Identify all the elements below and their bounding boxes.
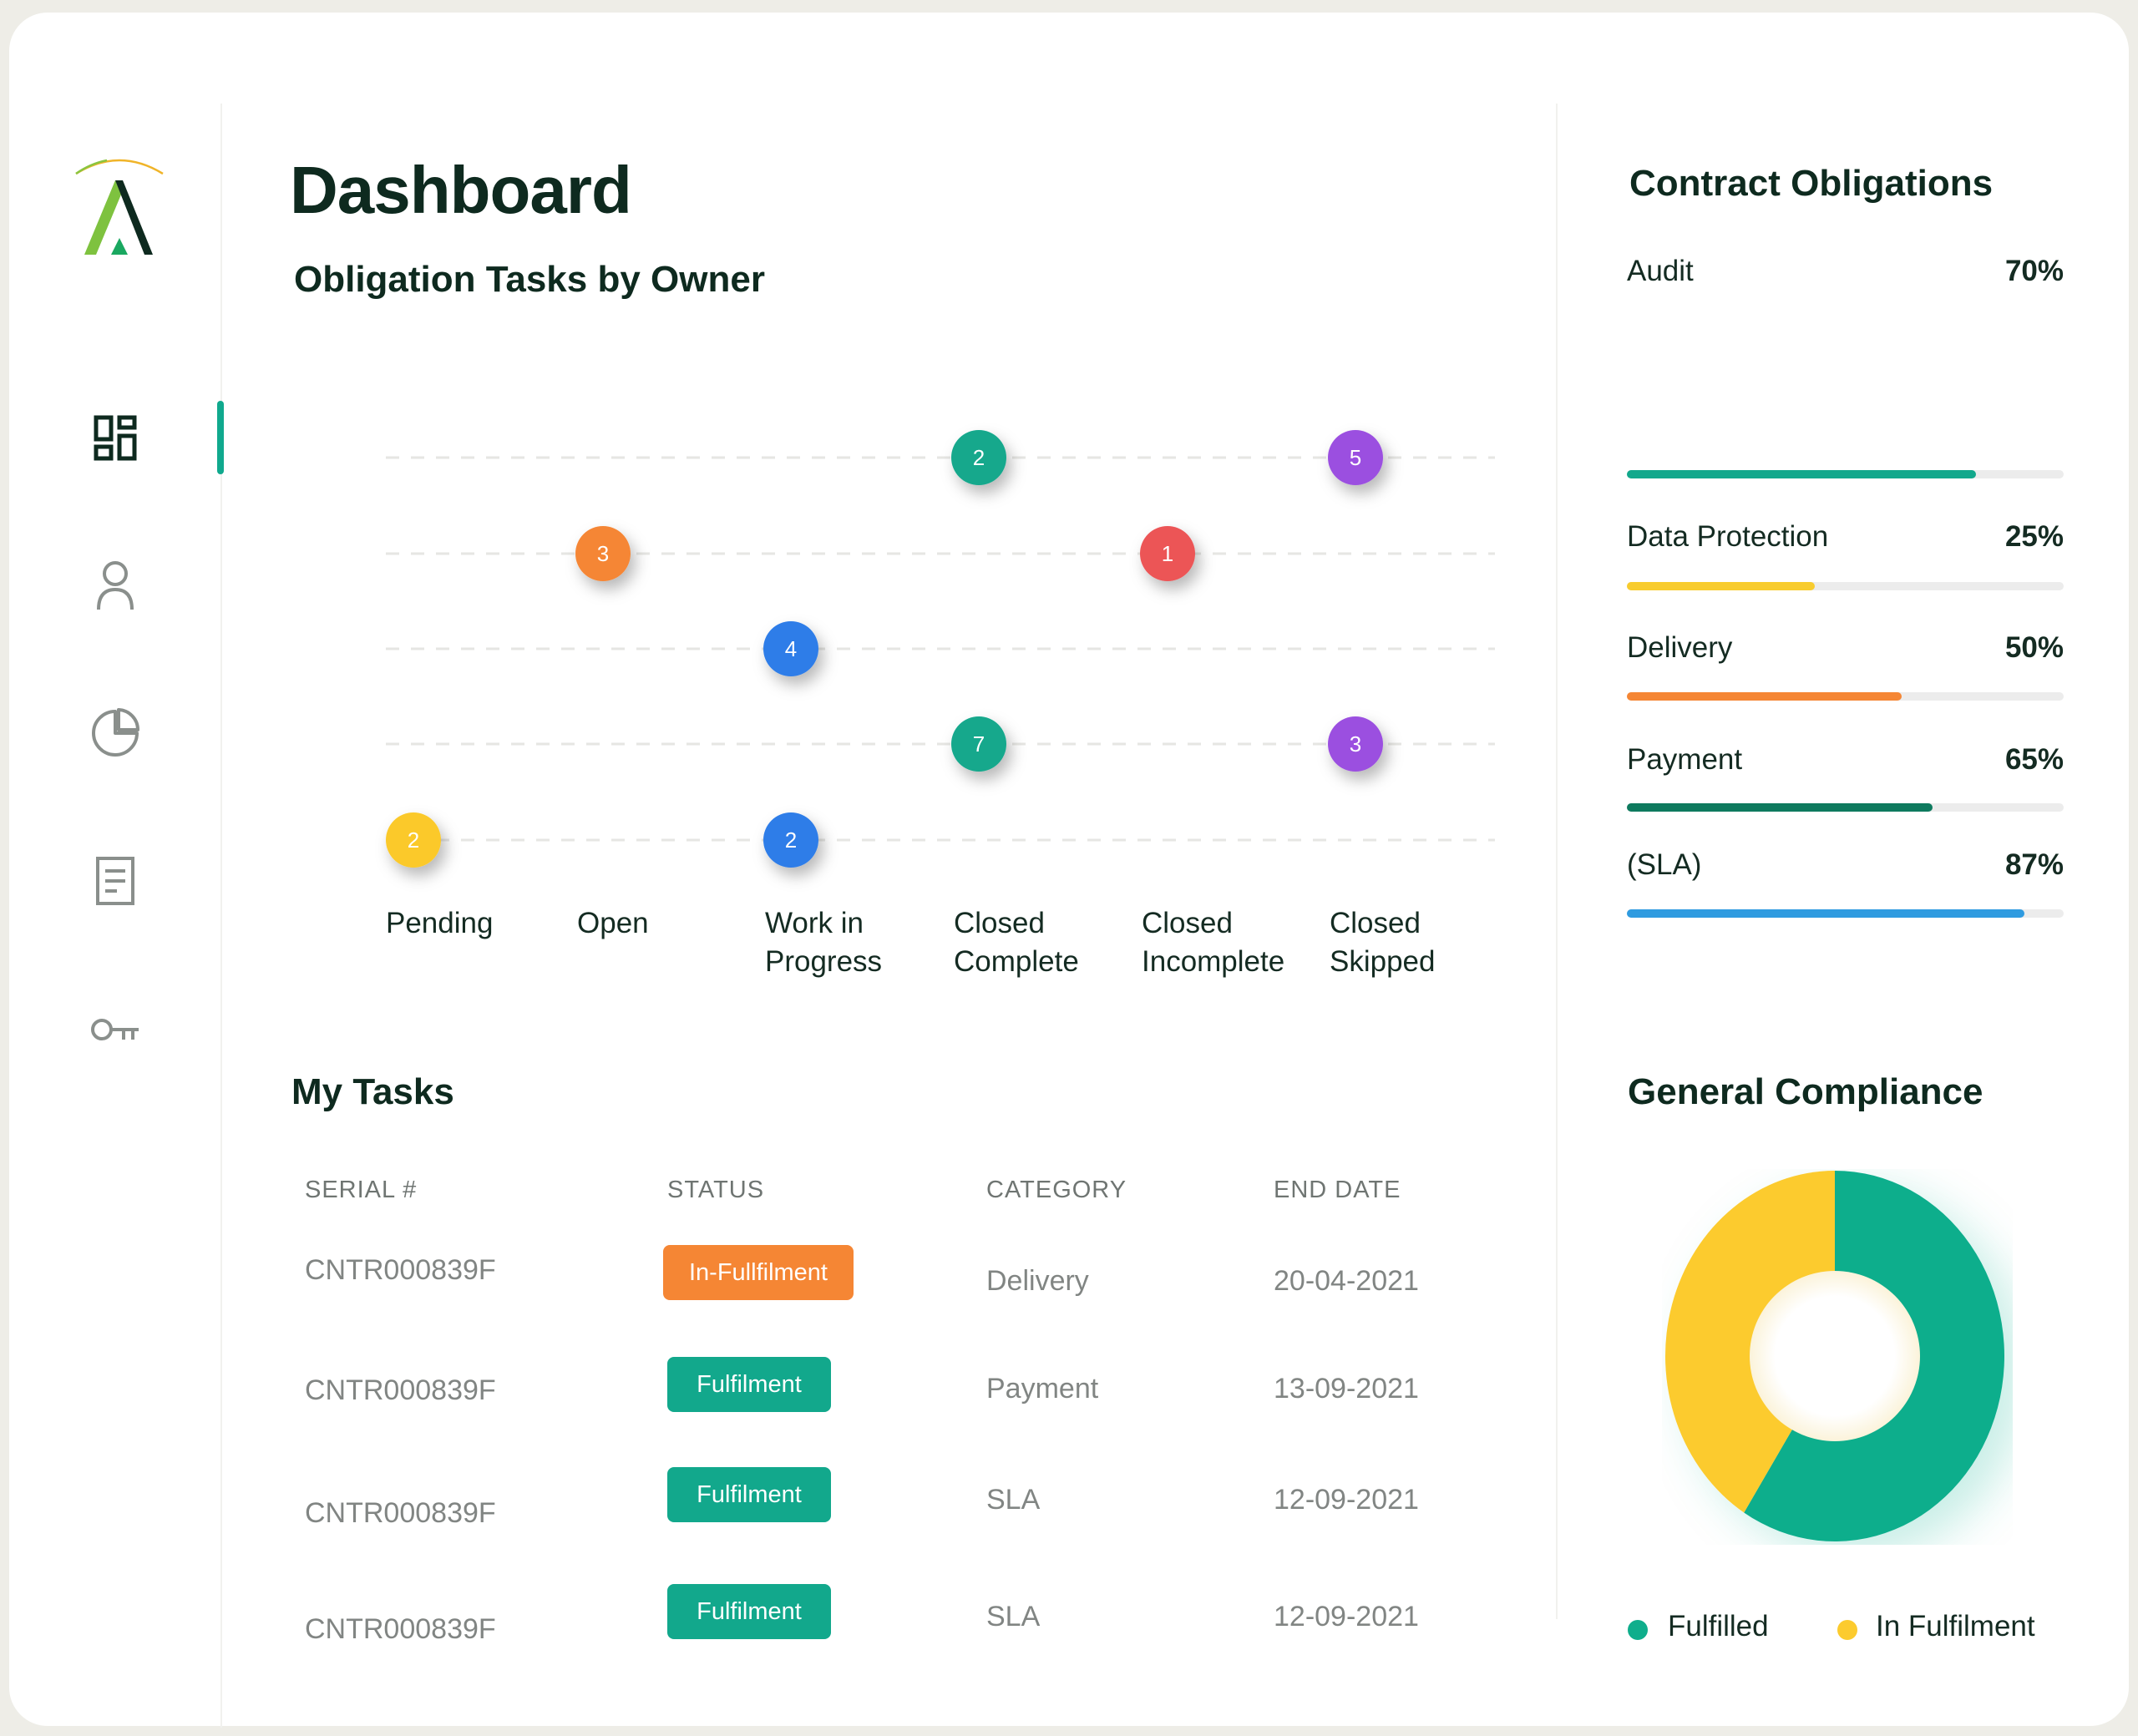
compliance-donut — [1665, 1171, 2004, 1541]
data-point-label: 3 — [1350, 731, 1361, 757]
donut-hole — [1750, 1271, 1920, 1441]
obligation-dot-plot: 2 5 3 1 4 7 3 2 2 — [386, 430, 1495, 868]
data-point-label: 7 — [973, 731, 985, 757]
x-tick-label: Work in Progress — [765, 904, 882, 981]
obligation-label: Data Protection — [1627, 520, 1829, 553]
task-category: SLA — [986, 1601, 1041, 1632]
obligation-chart: 2 5 3 1 4 7 3 2 2 Pending Open Work in Progress Clos… — [0, 0, 1556, 1002]
data-point[interactable]: 4 — [763, 621, 818, 676]
my-tasks-title: My Tasks — [291, 1071, 454, 1112]
data-point[interactable]: 2 — [763, 812, 818, 868]
x-tick-label: Pending — [386, 904, 493, 943]
task-end-date: 13-09-2021 — [1274, 1373, 1419, 1404]
obligation-progress-fill — [1627, 582, 1815, 590]
status-badge[interactable]: Fulfilment — [667, 1584, 831, 1639]
contract-obligations-title: Contract Obligations — [1629, 163, 1994, 204]
data-point-label: 2 — [408, 828, 419, 853]
legend-dot — [1837, 1620, 1857, 1640]
column-header-category[interactable]: CATEGORY — [986, 1177, 1127, 1204]
legend-label[interactable]: Fulfilled — [1668, 1610, 1769, 1643]
data-point-label: 3 — [597, 541, 609, 566]
column-header-serial[interactable]: SERIAL # — [305, 1177, 417, 1204]
key-icon — [91, 1019, 139, 1040]
task-serial: CNTR000839F — [305, 1613, 496, 1645]
x-tick-label: Closed Incomplete — [1142, 904, 1284, 981]
x-tick-label-line: Closed — [954, 907, 1045, 939]
data-point[interactable]: 5 — [1328, 430, 1383, 485]
task-serial: CNTR000839F — [305, 1254, 496, 1286]
obligation-label: Delivery — [1627, 631, 1733, 664]
data-point-label: 2 — [785, 828, 797, 853]
task-end-date: 12-09-2021 — [1274, 1484, 1419, 1516]
task-serial: CNTR000839F — [305, 1497, 496, 1529]
data-point-label: 1 — [1162, 541, 1173, 566]
x-tick-label-line: Open — [577, 907, 649, 939]
data-point[interactable]: 1 — [1140, 526, 1195, 581]
status-badge[interactable]: Fulfilment — [667, 1467, 831, 1522]
task-category: Delivery — [986, 1265, 1089, 1297]
x-tick-label: Closed Complete — [954, 904, 1079, 981]
data-point[interactable]: 3 — [575, 526, 631, 581]
general-compliance-title: General Compliance — [1628, 1071, 1983, 1112]
obligation-progress-fill — [1627, 909, 2024, 918]
x-tick-label-line: Incomplete — [1142, 945, 1285, 978]
obligation-value: 87% — [2004, 848, 2064, 881]
data-point-label: 5 — [1350, 445, 1361, 470]
right-panel-divider — [1556, 104, 1558, 1619]
obligation-progress-track — [1627, 470, 2064, 478]
x-tick-label-line: Closed — [1330, 907, 1421, 939]
legend-dot — [1628, 1620, 1648, 1640]
x-tick-label: Open — [577, 904, 649, 943]
legend-label[interactable]: In Fulfilment — [1876, 1610, 2035, 1643]
data-point[interactable]: 3 — [1328, 716, 1383, 772]
obligation-progress-fill — [1627, 470, 1977, 478]
x-tick-label-line: Skipped — [1330, 945, 1436, 978]
task-category: SLA — [986, 1484, 1041, 1516]
obligation-label: Payment — [1627, 743, 1743, 776]
status-badge[interactable]: Fulfilment — [667, 1357, 831, 1412]
task-serial: CNTR000839F — [305, 1374, 496, 1406]
obligation-progress-fill — [1627, 692, 1902, 701]
obligation-progress-track — [1627, 692, 2064, 701]
task-category: Payment — [986, 1373, 1099, 1404]
obligation-value: 65% — [2004, 743, 2064, 776]
task-end-date: 20-04-2021 — [1274, 1265, 1419, 1297]
x-tick-label-line: Complete — [954, 945, 1079, 978]
data-point-label: 2 — [973, 445, 985, 470]
obligation-value: 50% — [2004, 631, 2064, 664]
data-point[interactable]: 7 — [951, 716, 1006, 772]
obligation-label: (SLA) — [1627, 848, 1702, 881]
column-header-status[interactable]: STATUS — [667, 1177, 764, 1204]
status-badge[interactable]: In-Fullfilment — [663, 1245, 854, 1300]
obligation-progress-track — [1627, 582, 2064, 590]
compliance-donut-chart — [1662, 1169, 2013, 1545]
obligation-value: 25% — [2004, 520, 2064, 553]
x-tick-label-line: Work in — [765, 907, 864, 939]
x-tick-label-line: Pending — [386, 907, 494, 939]
nav-access[interactable] — [89, 1004, 141, 1055]
x-tick-label-line: Closed — [1142, 907, 1233, 939]
obligation-value: 70% — [2004, 255, 2064, 287]
data-point[interactable]: 2 — [386, 812, 441, 868]
obligation-progress-track — [1627, 803, 2064, 812]
x-tick-label-line: Progress — [765, 945, 883, 978]
obligation-progress-fill — [1627, 803, 1933, 812]
x-tick-label: Closed Skipped — [1330, 904, 1435, 981]
task-end-date: 12-09-2021 — [1274, 1601, 1419, 1632]
data-point[interactable]: 2 — [951, 430, 1006, 485]
obligation-progress-track — [1627, 909, 2064, 918]
column-header-end-date[interactable]: END DATE — [1274, 1177, 1401, 1204]
obligation-label: Audit — [1627, 255, 1694, 287]
data-point-label: 4 — [785, 636, 797, 661]
